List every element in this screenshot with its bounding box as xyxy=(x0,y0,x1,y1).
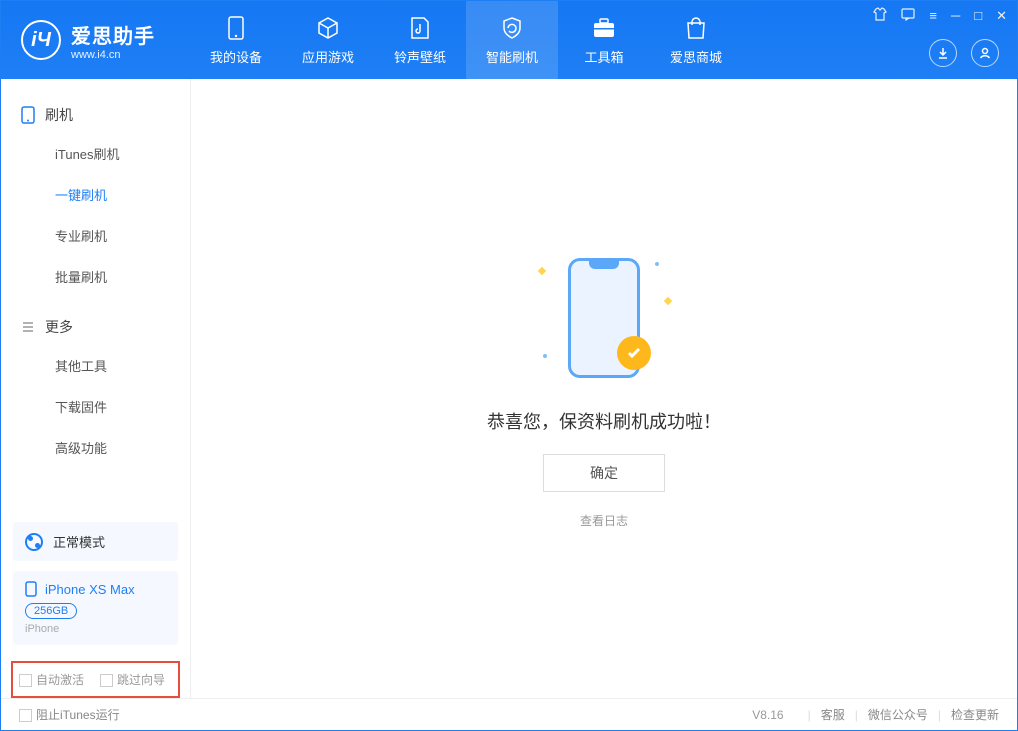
download-button[interactable] xyxy=(929,39,957,67)
sidebar-item-download-firmware[interactable]: 下载固件 xyxy=(1,386,190,427)
tab-my-device[interactable]: 我的设备 xyxy=(190,1,282,79)
minimize-icon[interactable]: ─ xyxy=(951,8,960,23)
logo-section: iЧ 爱思助手 www.i4.cn xyxy=(1,20,175,61)
skip-guide-checkbox[interactable]: 跳过向导 xyxy=(100,671,165,688)
success-illustration xyxy=(529,248,679,388)
storage-badge: 256GB xyxy=(25,603,77,619)
tab-toolbox[interactable]: 工具箱 xyxy=(558,1,650,79)
tab-apps-games[interactable]: 应用游戏 xyxy=(282,1,374,79)
window-controls-top: ≡ ─ □ ✕ xyxy=(873,7,1007,24)
window-controls-bottom xyxy=(929,39,999,67)
sidebar-group-more: 更多 xyxy=(1,309,190,345)
version-label: V8.16 xyxy=(752,708,783,722)
feedback-icon[interactable] xyxy=(901,7,915,24)
mode-label: 正常模式 xyxy=(53,532,105,551)
shield-refresh-icon xyxy=(500,15,524,41)
block-itunes-checkbox[interactable]: 阻止iTunes运行 xyxy=(19,706,120,723)
statusbar: 阻止iTunes运行 V8.16 | 客服 | 微信公众号 | 检查更新 xyxy=(1,698,1017,730)
user-button[interactable] xyxy=(971,39,999,67)
mode-icon xyxy=(25,533,43,551)
list-icon xyxy=(21,320,35,334)
sidebar-item-batch-flash[interactable]: 批量刷机 xyxy=(1,256,190,297)
phone-small-icon xyxy=(25,581,37,597)
device-box[interactable]: iPhone XS Max 256GB iPhone xyxy=(13,571,178,645)
tab-smart-flash[interactable]: 智能刷机 xyxy=(466,1,558,79)
tab-store[interactable]: 爱思商城 xyxy=(650,1,742,79)
sidebar-item-pro-flash[interactable]: 专业刷机 xyxy=(1,215,190,256)
briefcase-icon xyxy=(592,15,616,41)
app-title: 爱思助手 xyxy=(71,20,155,49)
app-window: iЧ 爱思助手 www.i4.cn 我的设备 应用游戏 铃声壁纸 智能刷机 xyxy=(0,0,1018,731)
maximize-icon[interactable]: □ xyxy=(974,8,982,23)
success-message: 恭喜您，保资料刷机成功啦！ xyxy=(487,408,721,434)
view-log-link[interactable]: 查看日志 xyxy=(580,512,628,529)
sidebar-item-oneclick-flash[interactable]: 一键刷机 xyxy=(1,174,190,215)
nav-tabs: 我的设备 应用游戏 铃声壁纸 智能刷机 工具箱 爱思商城 xyxy=(190,1,742,79)
sidebar-item-other-tools[interactable]: 其他工具 xyxy=(1,345,190,386)
sidebar: 刷机 iTunes刷机 一键刷机 专业刷机 批量刷机 更多 其他工具 下载固件 … xyxy=(1,79,191,698)
titlebar: iЧ 爱思助手 www.i4.cn 我的设备 应用游戏 铃声壁纸 智能刷机 xyxy=(1,1,1017,79)
sidebar-item-advanced[interactable]: 高级功能 xyxy=(1,427,190,468)
menu-icon[interactable]: ≡ xyxy=(929,8,937,23)
device-name: iPhone XS Max xyxy=(45,582,135,597)
checkmark-icon xyxy=(617,336,651,370)
auto-activate-checkbox[interactable]: 自动激活 xyxy=(19,671,84,688)
music-file-icon xyxy=(410,15,430,41)
check-update-link[interactable]: 检查更新 xyxy=(951,706,999,723)
tab-ringtones-wallpapers[interactable]: 铃声壁纸 xyxy=(374,1,466,79)
ok-button[interactable]: 确定 xyxy=(543,454,665,492)
device-type: iPhone xyxy=(25,623,166,635)
app-subtitle: www.i4.cn xyxy=(71,49,155,61)
tshirt-icon[interactable] xyxy=(873,7,887,24)
cube-icon xyxy=(316,15,340,41)
close-icon[interactable]: ✕ xyxy=(996,8,1007,24)
bag-icon xyxy=(685,15,707,41)
logo-icon: iЧ xyxy=(21,20,61,60)
mode-box[interactable]: 正常模式 xyxy=(13,522,178,561)
wechat-link[interactable]: 微信公众号 xyxy=(868,706,928,723)
highlighted-options: 自动激活 跳过向导 xyxy=(11,661,180,698)
device-icon xyxy=(21,106,35,124)
main-content: 恭喜您，保资料刷机成功啦！ 确定 查看日志 xyxy=(191,79,1017,698)
sidebar-group-flash: 刷机 xyxy=(1,97,190,133)
phone-icon xyxy=(228,15,244,41)
support-link[interactable]: 客服 xyxy=(821,706,845,723)
sidebar-item-itunes-flash[interactable]: iTunes刷机 xyxy=(1,133,190,174)
body-area: 刷机 iTunes刷机 一键刷机 专业刷机 批量刷机 更多 其他工具 下载固件 … xyxy=(1,79,1017,698)
